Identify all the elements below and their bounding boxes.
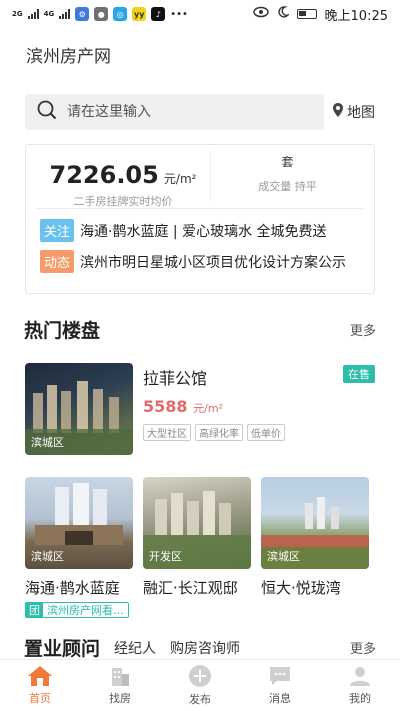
app-title: 滨州房产网	[26, 47, 111, 67]
tab-label: 消息	[269, 692, 291, 705]
avg-price-desc: 二手房挂牌实时均价	[73, 195, 173, 208]
advisor-header: 置业顾问 经纪人 购房咨询师 更多	[0, 634, 400, 661]
tiktok-icon: ♪	[151, 7, 166, 21]
search-icon	[37, 100, 57, 124]
browser-icon: ◎	[113, 7, 128, 21]
tab-consultant[interactable]: 购房咨询师	[170, 638, 240, 658]
featured-listing[interactable]: 滨城区 拉菲公馆 在售 5588 元/m² 大型社区 高绿化率 低单价	[25, 363, 375, 455]
section-title: 置业顾问	[24, 638, 101, 660]
listing-name: 恒大·悦珑湾	[261, 579, 341, 597]
tab-home[interactable]: 首页	[0, 660, 80, 711]
battery-icon	[296, 9, 317, 19]
tab-find-house[interactable]: 找房	[80, 660, 160, 711]
volume-desc: 成交量 持平	[258, 180, 317, 193]
eye-icon	[252, 6, 269, 22]
search-input[interactable]	[67, 104, 287, 120]
news-tag-dynamic: 动态	[40, 250, 75, 273]
building-icon	[109, 665, 131, 687]
signal-bars-icon	[27, 9, 39, 19]
tab-label: 我的	[349, 692, 371, 705]
bottom-tab-bar: 首页 找房 发布 消息 我的	[0, 659, 400, 711]
district-label: 滨城区	[31, 550, 64, 563]
listing-tag: 高绿化率	[195, 424, 243, 441]
status-badge: 在售	[343, 365, 375, 383]
home-icon	[27, 665, 53, 687]
district-label: 滨城区	[267, 550, 300, 563]
map-label: 地图	[347, 105, 375, 121]
news-item[interactable]: 动态 滨州市明日星城小区项目优化设计方案公示	[26, 250, 374, 273]
price-value: 5588	[143, 397, 188, 416]
listing-photo: 开发区	[143, 477, 251, 569]
search-row: 地图	[0, 94, 400, 130]
tab-label: 首页	[29, 692, 51, 705]
district-label: 滨城区	[31, 436, 64, 449]
listing-price: 5588 元/m²	[143, 397, 375, 416]
listing-photo: 滨城区	[25, 477, 133, 569]
map-button[interactable]: 地图	[332, 102, 375, 122]
news-item[interactable]: 关注 海通·鹊水蓝庭 | 爱心玻璃水 全城免费送	[26, 219, 374, 242]
tab-agent[interactable]: 经纪人	[114, 638, 156, 658]
tab-publish[interactable]: 发布	[160, 660, 240, 711]
tab-label: 发布	[189, 693, 211, 706]
hot-listings-header: 热门楼盘 更多	[0, 316, 400, 343]
price-summary: 7226.05 元/m² 二手房挂牌实时均价 套 成交量 持平	[36, 145, 364, 209]
listing-tag: 大型社区	[143, 424, 191, 441]
listing-tags: 大型社区 高绿化率 低单价	[143, 424, 375, 441]
listing-photo: 滨城区	[25, 363, 133, 455]
tab-messages[interactable]: 消息	[240, 660, 320, 711]
status-left: 2G 4G ⚙ ● ◎ yy ♪ •••	[12, 7, 188, 21]
more-notifications-icon: •••	[170, 8, 188, 20]
location-pin-icon	[332, 102, 344, 122]
status-right: 晚上10:25	[252, 5, 388, 24]
yy-icon: yy	[132, 7, 147, 21]
message-icon	[268, 665, 292, 687]
wechat-icon: ●	[94, 7, 109, 21]
tab-label: 找房	[109, 692, 131, 705]
signal-type-2: 4G	[43, 9, 55, 18]
listing-info: 拉菲公馆 在售 5588 元/m² 大型社区 高绿化率 低单价	[143, 363, 375, 455]
price-card: 7226.05 元/m² 二手房挂牌实时均价 套 成交量 持平 关注 海通·鹊水…	[25, 144, 375, 294]
avg-price-value: 7226.05	[49, 161, 159, 189]
listing-name: 融汇·长江观邸	[143, 579, 238, 597]
plus-circle-icon	[188, 664, 212, 688]
listing-card[interactable]: 滨城区 海通·鹊水蓝庭 团 滨州房产网看…	[25, 477, 133, 618]
news-tag-follow: 关注	[40, 219, 75, 242]
avg-price-block[interactable]: 7226.05 元/m² 二手房挂牌实时均价	[36, 151, 211, 208]
status-bar: 2G 4G ⚙ ● ◎ yy ♪ ••• 晚上10:25	[0, 0, 400, 28]
listing-name: 拉菲公馆	[143, 369, 208, 388]
more-link[interactable]: 更多	[350, 638, 376, 657]
listing-name: 海通·鹊水蓝庭	[25, 579, 120, 597]
group-buy-icon: 团	[26, 603, 43, 617]
avg-price-unit: 元/m²	[163, 172, 197, 186]
search-box[interactable]	[25, 94, 324, 130]
section-title: 热门楼盘	[24, 320, 101, 342]
volume-unit: 套	[281, 155, 294, 169]
news-text: 海通·鹊水蓝庭 | 爱心玻璃水 全城免费送	[80, 223, 327, 240]
tab-profile[interactable]: 我的	[320, 660, 400, 711]
promo-badge[interactable]: 团 滨州房产网看…	[25, 602, 129, 618]
price-unit: 元/m²	[193, 402, 223, 415]
news-text: 滨州市明日星城小区项目优化设计方案公示	[80, 254, 347, 271]
signal-bars-2-icon	[59, 9, 71, 19]
user-icon	[349, 665, 371, 687]
listing-photo: 滨城区	[261, 477, 369, 569]
volume-block[interactable]: 套 成交量 持平	[211, 145, 364, 208]
listing-card[interactable]: 滨城区 恒大·悦珑湾	[261, 477, 369, 618]
signal-type-1: 2G	[12, 9, 23, 18]
moon-icon	[277, 6, 290, 22]
district-label: 开发区	[149, 550, 182, 563]
listing-card[interactable]: 开发区 融汇·长江观邸	[143, 477, 251, 618]
app-notification-icon: ⚙	[75, 7, 90, 21]
promo-text: 滨州房产网看…	[47, 604, 124, 617]
clock: 晚上10:25	[324, 8, 388, 24]
listing-tag: 低单价	[247, 424, 285, 441]
listing-grid: 滨城区 海通·鹊水蓝庭 团 滨州房产网看… 开发区 融汇·长江观邸 滨城区 恒大…	[25, 477, 375, 618]
more-link[interactable]: 更多	[350, 320, 376, 339]
